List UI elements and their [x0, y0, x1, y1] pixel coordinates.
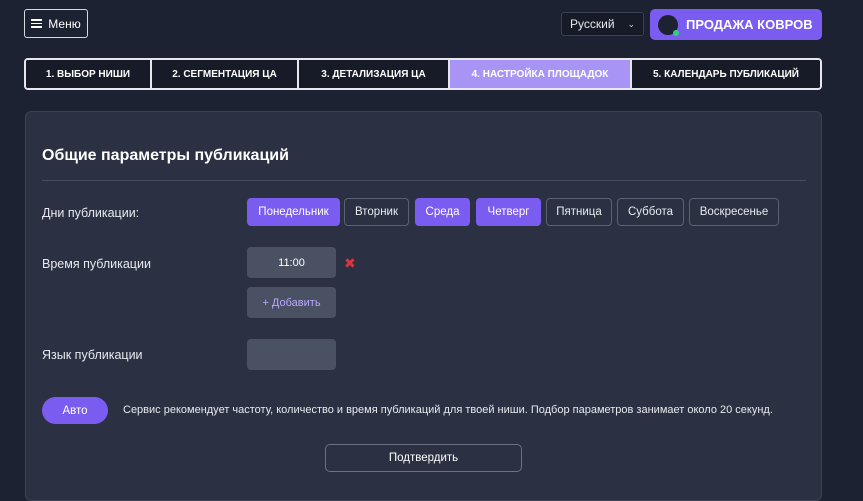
- tab-step-1[interactable]: 1. ВЫБОР НИШИ: [26, 60, 152, 88]
- publication-language-select[interactable]: [247, 339, 336, 370]
- auto-description: Сервис рекомендует частоту, количество и…: [123, 404, 773, 416]
- language-label: Язык публикации: [42, 348, 143, 362]
- tab-step-2[interactable]: 2. СЕГМЕНТАЦИЯ ЦА: [152, 60, 299, 88]
- add-time-button[interactable]: + Добавить: [247, 287, 336, 318]
- day-thursday-button[interactable]: Четверг: [476, 198, 541, 226]
- tab-step-3[interactable]: 3. ДЕТАЛИЗАЦИЯ ЦА: [299, 60, 450, 88]
- tab-step-3-label: 3. ДЕТАЛИЗАЦИЯ ЦА: [321, 68, 426, 80]
- day-wednesday-button[interactable]: Среда: [415, 198, 470, 226]
- hamburger-icon: [31, 19, 43, 28]
- day-tuesday-button[interactable]: Вторник: [344, 198, 409, 226]
- language-select[interactable]: Русский ⌄: [561, 12, 644, 36]
- auto-button[interactable]: Авто: [42, 397, 108, 424]
- time-input[interactable]: 11:00: [247, 247, 336, 278]
- tab-step-4-label: 4. НАСТРОЙКА ПЛОЩАДОК: [471, 68, 609, 80]
- tab-step-2-label: 2. СЕГМЕНТАЦИЯ ЦА: [172, 68, 277, 80]
- publication-settings-card: Общие параметры публикаций Дни публикаци…: [25, 111, 822, 501]
- project-button[interactable]: ПРОДАЖА КОВРОВ: [650, 9, 822, 40]
- tab-step-1-label: 1. ВЫБОР НИШИ: [45, 68, 131, 80]
- tab-step-4[interactable]: 4. НАСТРОЙКА ПЛОЩАДОК: [450, 60, 632, 88]
- online-status-dot: [673, 29, 679, 36]
- chevron-down-icon: ⌄: [627, 18, 635, 29]
- menu-label: Меню: [48, 16, 81, 31]
- tab-step-5[interactable]: 5. КАЛЕНДАРЬ ПУБЛИКАЦИЙ: [632, 60, 820, 88]
- day-monday-button[interactable]: Понедельник: [247, 198, 340, 226]
- confirm-button[interactable]: Подтвердить: [325, 444, 522, 472]
- language-value: Русский: [570, 17, 615, 31]
- day-saturday-button[interactable]: Суббота: [617, 198, 684, 226]
- time-label: Время публикации: [42, 257, 151, 271]
- remove-time-icon[interactable]: ✖: [344, 255, 356, 272]
- tab-step-5-label: 5. КАЛЕНДАРЬ ПУБЛИКАЦИЙ: [652, 68, 799, 80]
- menu-button[interactable]: Меню: [24, 9, 88, 38]
- divider: [42, 180, 806, 181]
- day-friday-button[interactable]: Пятница: [546, 198, 612, 226]
- card-title: Общие параметры публикаций: [42, 147, 289, 164]
- days-label: Дни публикации:: [42, 206, 140, 220]
- avatar: [658, 14, 679, 36]
- project-name: ПРОДАЖА КОВРОВ: [686, 17, 813, 32]
- day-sunday-button[interactable]: Воскресенье: [689, 198, 779, 226]
- step-tabs: 1. ВЫБОР НИШИ 2. СЕГМЕНТАЦИЯ ЦА 3. ДЕТАЛ…: [24, 58, 822, 90]
